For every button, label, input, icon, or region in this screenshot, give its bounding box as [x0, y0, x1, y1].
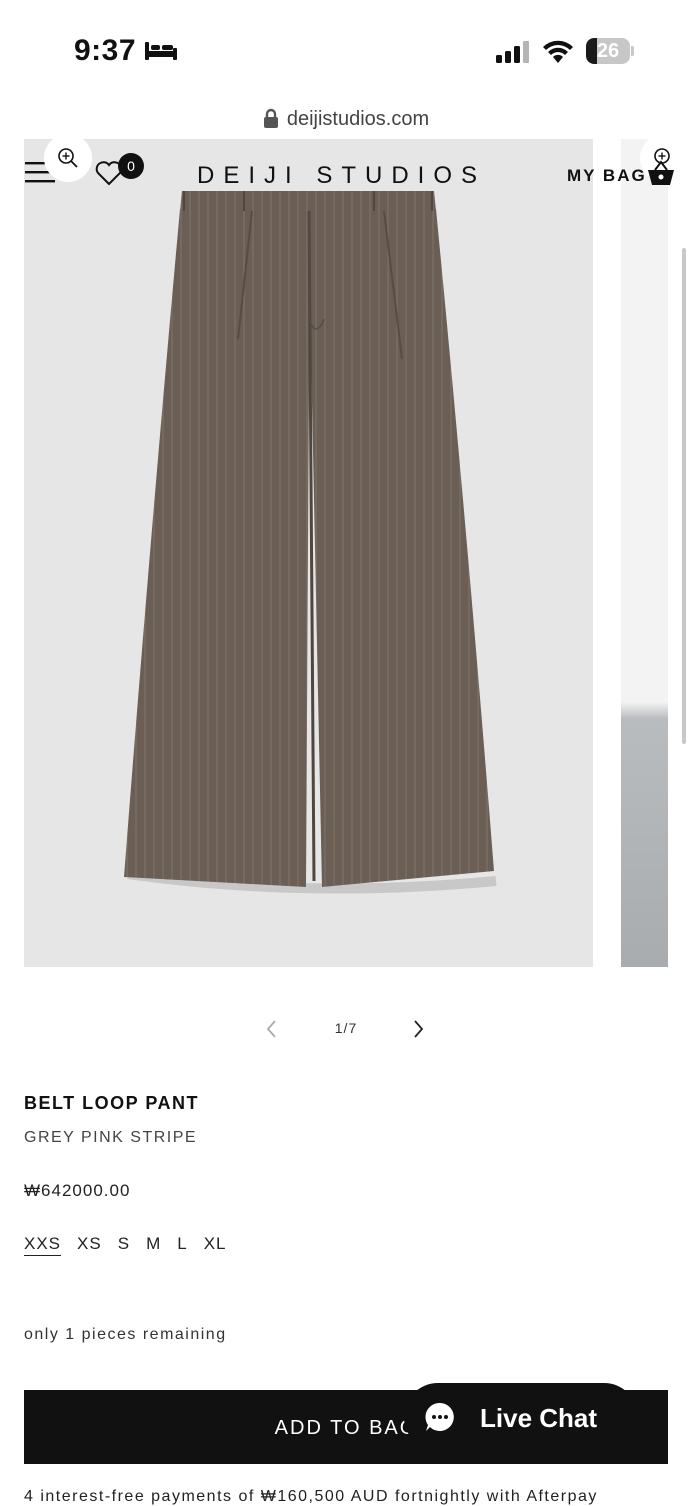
zoom-button[interactable] [44, 134, 92, 182]
my-bag-link[interactable]: MY BAG [567, 166, 647, 186]
lock-icon [263, 108, 278, 128]
battery-level: 26 [596, 40, 620, 62]
size-option[interactable]: M [146, 1234, 161, 1254]
chevron-right-icon[interactable] [412, 1018, 426, 1040]
product-image-next[interactable] [621, 139, 668, 967]
cellular-signal-icon [496, 41, 529, 63]
afterpay-note: 4 interest-free payments of ₩160,500 AUD… [24, 1488, 598, 1505]
battery-icon: 26 [586, 38, 630, 64]
wishlist-count-badge: 0 [118, 153, 144, 179]
live-chat-button[interactable]: Live Chat [404, 1383, 638, 1451]
size-selector: XXS XS S M L XL [24, 1234, 227, 1254]
product-price: ₩642000.00 [24, 1181, 131, 1200]
battery-cap [631, 46, 634, 56]
basket-icon[interactable] [647, 160, 675, 186]
url-text: deijistudios.com [286, 108, 430, 130]
size-option[interactable]: XL [204, 1234, 227, 1254]
size-option[interactable]: L [177, 1234, 187, 1254]
status-time: 9:37 [74, 34, 137, 67]
scrollbar[interactable] [682, 248, 686, 744]
zoom-in-icon [58, 148, 78, 168]
brand-logo[interactable]: DEIJI STUDIOS [197, 162, 486, 190]
image-pager: 1/7 [334, 1020, 358, 1036]
wifi-icon [543, 40, 573, 63]
stock-note: only 1 pieces remaining [24, 1326, 227, 1343]
product-color: GREY PINK STRIPE [24, 1129, 198, 1146]
chat-bubble-icon [425, 1402, 454, 1431]
chevron-left-icon[interactable] [264, 1018, 278, 1040]
size-option[interactable]: XXS [24, 1234, 61, 1254]
product-title: BELT LOOP PANT [24, 1093, 200, 1113]
bed-icon [145, 42, 177, 60]
size-option[interactable]: S [118, 1234, 130, 1254]
trousers-image [124, 191, 497, 894]
url-bar[interactable]: deijistudios.com [0, 108, 692, 131]
live-chat-label: Live Chat [480, 1403, 598, 1433]
product-image-main[interactable] [24, 139, 593, 967]
size-option[interactable]: XS [77, 1234, 102, 1254]
